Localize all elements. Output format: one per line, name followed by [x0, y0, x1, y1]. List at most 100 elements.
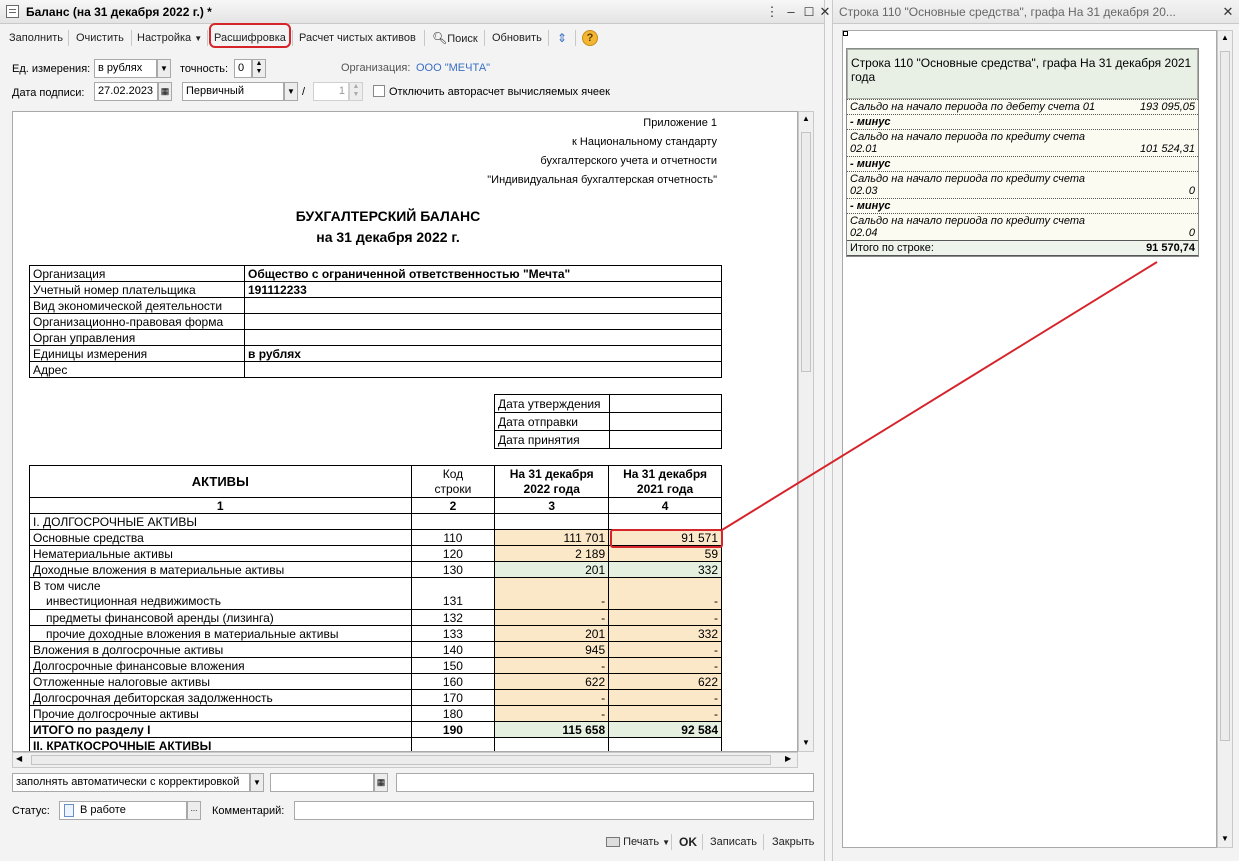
row-value-2022[interactable]: 111 701: [494, 529, 610, 546]
net-assets-button[interactable]: Расчет чистых активов: [296, 29, 419, 47]
date-value[interactable]: [609, 430, 722, 449]
row-value-2021[interactable]: -: [608, 593, 722, 610]
total-name: ИТОГО по разделу I: [29, 721, 412, 738]
total-code: 190: [410, 721, 496, 738]
org-info-value[interactable]: [244, 329, 722, 346]
spin-icon[interactable]: ▲ ▼: [252, 59, 266, 78]
precision-input[interactable]: 0: [234, 59, 252, 78]
date-value[interactable]: [609, 394, 722, 413]
expand-icon[interactable]: ⇕: [554, 29, 570, 47]
spin-icon[interactable]: ▲ ▼: [349, 82, 363, 101]
date-label: Дата принятия: [494, 430, 610, 449]
header-2021: На 31 декабря 2021 года: [608, 465, 722, 498]
toolbar-divider: [575, 30, 576, 46]
org-info-value[interactable]: в рублях: [244, 345, 722, 362]
row-value-2021[interactable]: -: [608, 609, 722, 626]
scroll-up-icon[interactable]: ▲: [1221, 33, 1229, 42]
decode-minus-row: - минус: [847, 198, 1198, 213]
unit-select[interactable]: в рублях: [94, 59, 157, 78]
row-value-2022[interactable]: -: [494, 705, 610, 722]
chevron-down-icon[interactable]: ▼: [250, 773, 264, 792]
row-value-2022[interactable]: -: [494, 657, 610, 674]
row-value-2022[interactable]: -: [494, 689, 610, 706]
close-button[interactable]: ✕: [817, 4, 833, 20]
calculator-icon[interactable]: ▦: [374, 773, 388, 792]
close-button[interactable]: ✕: [1220, 4, 1236, 20]
sign-date-input[interactable]: 27.02.2023: [94, 82, 158, 101]
precision-label: точность:: [180, 63, 229, 75]
appendix-line-4: "Индивидуальная бухгалтерская отчетность…: [487, 174, 717, 186]
save-button[interactable]: Записать: [707, 833, 760, 851]
status-field[interactable]: В работе: [59, 801, 187, 820]
period-input[interactable]: [270, 773, 374, 792]
more-icon[interactable]: ⋮: [764, 4, 780, 20]
row-value-2021[interactable]: -: [608, 705, 722, 722]
row-value-2022[interactable]: 945: [494, 641, 610, 658]
close-form-button[interactable]: Закрыть: [769, 833, 817, 851]
row-value-2022[interactable]: -: [494, 609, 610, 626]
correction-number-input[interactable]: 1: [313, 82, 349, 101]
fill-button[interactable]: Заполнить: [6, 29, 66, 47]
total-2021[interactable]: 92 584: [608, 721, 722, 738]
extra-input[interactable]: [396, 773, 814, 792]
clear-button[interactable]: Очистить: [73, 29, 127, 47]
settings-button[interactable]: Настройка ▼: [134, 29, 205, 47]
scroll-left-icon[interactable]: ◀: [16, 754, 22, 763]
document-horizontal-scrollbar[interactable]: ◀ ▶: [12, 752, 798, 768]
autocalc-checkbox[interactable]: [373, 85, 385, 97]
row-value-2021[interactable]: 622: [608, 673, 722, 690]
scroll-thumb[interactable]: [1220, 51, 1230, 741]
minimize-button[interactable]: –: [783, 4, 799, 20]
row-value-2021[interactable]: -: [608, 657, 722, 674]
document-vertical-scrollbar[interactable]: ▲ ▼: [798, 111, 814, 752]
scroll-up-icon[interactable]: ▲: [802, 114, 810, 123]
ellipsis-icon[interactable]: ...: [187, 801, 201, 820]
org-info-value[interactable]: Общество с ограниченной ответственностью…: [244, 265, 722, 282]
ok-button[interactable]: OK: [676, 833, 700, 851]
row-value-2022[interactable]: 201: [494, 625, 610, 642]
row-value-2022[interactable]: 622: [494, 673, 610, 690]
total-2022[interactable]: 115 658: [494, 721, 610, 738]
row-value-2021[interactable]: -: [608, 689, 722, 706]
row-name: Доходные вложения в материальные активы: [29, 561, 412, 578]
chevron-down-icon[interactable]: ▼: [157, 59, 171, 78]
org-link[interactable]: ООО "МЕЧТА": [416, 62, 490, 74]
header-code-line2: строки: [434, 481, 472, 496]
date-value[interactable]: [609, 412, 722, 431]
comment-input[interactable]: [294, 801, 814, 820]
org-info-value[interactable]: [244, 297, 722, 314]
printer-icon: [606, 837, 620, 848]
row-value-2021[interactable]: 332: [608, 625, 722, 642]
org-info-value[interactable]: 191112233: [244, 281, 722, 298]
row-value-2022[interactable]: -: [494, 593, 610, 610]
maximize-button[interactable]: ☐: [801, 4, 817, 20]
decode-line-row: Сальдо на начало периода по кредиту счет…: [847, 213, 1198, 240]
chevron-down-icon[interactable]: ▼: [284, 82, 298, 101]
help-icon[interactable]: ?: [582, 30, 598, 46]
row-name: прочие доходные вложения в материальные …: [29, 625, 412, 642]
scroll-thumb[interactable]: [31, 755, 771, 765]
scroll-down-icon[interactable]: ▼: [1221, 834, 1229, 843]
print-button[interactable]: Печать ▼: [603, 833, 673, 851]
decode-line-account-row: 02.04 0: [850, 227, 1195, 239]
scroll-down-icon[interactable]: ▼: [802, 738, 810, 747]
status-label: Статус:: [12, 805, 50, 817]
row-value-2022[interactable]: 2 189: [494, 545, 610, 562]
toolbar-divider: [68, 30, 69, 46]
scroll-thumb[interactable]: [801, 132, 811, 372]
toolbar-divider: [484, 30, 485, 46]
org-info-value[interactable]: [244, 361, 722, 378]
decode-vertical-scrollbar[interactable]: ▲ ▼: [1217, 30, 1233, 848]
search-button[interactable]: 🔍︎Поиск: [429, 29, 481, 47]
row-value-2021[interactable]: 332: [608, 561, 722, 578]
report-kind-select[interactable]: Первичный: [182, 82, 284, 101]
refresh-button[interactable]: Обновить: [489, 29, 545, 47]
fill-mode-select[interactable]: заполнять автоматически с корректировкой: [12, 773, 250, 792]
org-info-value[interactable]: [244, 313, 722, 330]
toolbar-divider: [424, 30, 425, 46]
row-code: 140: [410, 641, 496, 658]
scroll-right-icon[interactable]: ▶: [785, 754, 791, 763]
row-value-2022[interactable]: 201: [494, 561, 610, 578]
calendar-icon[interactable]: ▦: [158, 82, 172, 101]
row-value-2021[interactable]: -: [608, 641, 722, 658]
